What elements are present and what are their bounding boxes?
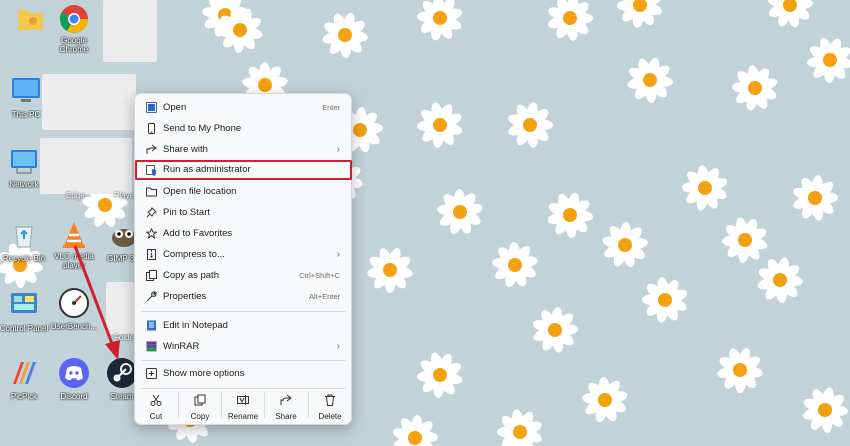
cut-button[interactable]: Cut [136,394,176,421]
cut-label: Cut [149,412,163,421]
share-icon [146,144,157,154]
rename-icon [237,395,249,405]
menu-item-label: WinRAR [163,341,200,352]
menu-item-label: Copy as path [163,270,219,281]
share-button[interactable]: Share [266,394,306,421]
action-separator [178,392,179,418]
share-label: Share [275,412,297,421]
menu-separator [141,388,346,389]
context-menu: Open Enter Send to My Phone Share with ›… [134,93,352,425]
menu-item-open[interactable]: Open Enter [140,97,348,118]
delete-button[interactable]: Delete [310,394,350,421]
chevron-right-icon: › [336,341,340,352]
menu-item-label: Show more options [163,368,245,379]
copy-path-icon [146,270,157,281]
folder-outline-icon [146,187,157,197]
copy-label: Copy [190,412,210,421]
copy-icon [194,394,206,406]
menu-item-send-to-my-phone[interactable]: Send to My Phone [140,118,348,139]
notepad-icon [147,320,156,331]
menu-item-label: Add to Favorites [163,228,233,239]
menu-separator [141,360,346,361]
menu-item-label: Open file location [163,186,237,197]
menu-item-properties[interactable]: Properties Alt+Enter [140,286,348,307]
action-separator [264,392,265,418]
action-separator [221,392,222,418]
chevron-right-icon: › [336,144,340,155]
shield-icon [146,165,156,176]
menu-item-shortcut: Enter [322,103,340,112]
pin-icon [146,207,157,218]
annotation-arrow [73,245,120,360]
copy-button[interactable]: Copy [180,394,220,421]
menu-item-open-file-location[interactable]: Open file location [140,181,348,202]
menu-item-label: Share with [163,144,208,155]
menu-item-copy-as-path[interactable]: Copy as path Ctrl+Shift+C [140,265,348,286]
star-icon [146,228,157,239]
scissors-icon [150,394,162,406]
menu-item-run-as-administrator[interactable]: Run as administrator [135,160,352,180]
zip-icon [147,249,156,260]
menu-separator [141,311,346,312]
menu-item-shortcut: Alt+Enter [308,292,340,301]
menu-item-add-to-favorites[interactable]: Add to Favorites [140,223,348,244]
menu-item-share-with[interactable]: Share with › [140,139,348,160]
menu-item-label: Edit in Notepad [163,320,228,331]
menu-item-winrar[interactable]: WinRAR › [140,336,348,357]
menu-item-label: Properties [163,291,207,302]
delete-label: Delete [318,412,342,421]
wrench-icon [146,291,157,302]
show-more-icon [146,368,157,379]
rename-label: Rename [227,412,259,421]
share-icon [280,394,292,405]
menu-item-shortcut: Ctrl+Shift+C [299,271,340,280]
menu-item-label: Run as administrator [163,164,251,175]
menu-item-label: Compress to... [163,249,225,260]
open-icon [146,102,157,113]
menu-item-show-more-options[interactable]: Show more options [140,363,348,384]
trash-icon [325,394,335,406]
rename-button[interactable]: Rename [223,394,263,421]
menu-item-compress-to[interactable]: Compress to... › [140,244,348,265]
menu-item-pin-to-start[interactable]: Pin to Start [140,202,348,223]
menu-item-edit-in-notepad[interactable]: Edit in Notepad [140,315,348,336]
menu-item-label: Pin to Start [163,207,210,218]
winrar-icon [146,341,157,352]
chevron-right-icon: › [336,249,340,260]
menu-item-label: Send to My Phone [163,123,242,134]
action-separator [308,392,309,418]
phone-icon [148,123,155,134]
menu-item-label: Open [163,102,187,113]
